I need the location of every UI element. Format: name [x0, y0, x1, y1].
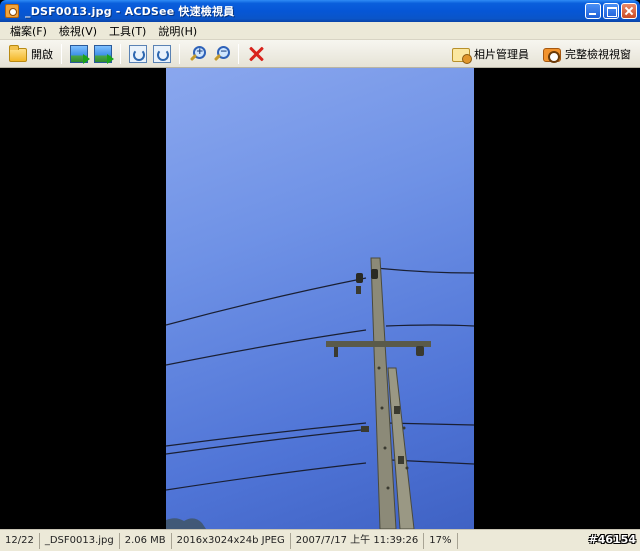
- menu-bar: 檔案(F) 檢視(V) 工具(T) 說明(H): [0, 22, 640, 40]
- toolbar: 開啟 + − 相片管理員 完整檢視視窗: [0, 40, 640, 68]
- next-image-button[interactable]: [91, 42, 115, 66]
- menu-help[interactable]: 說明(H): [152, 23, 203, 39]
- camera-icon: [543, 48, 561, 63]
- status-zoom: 17%: [424, 532, 458, 549]
- rotate-left-icon: [129, 44, 147, 63]
- menu-tools[interactable]: 工具(T): [103, 23, 152, 39]
- rotate-left-button[interactable]: [126, 42, 150, 66]
- zoom-out-icon: −: [212, 45, 230, 63]
- delete-icon: [247, 45, 265, 63]
- rotate-right-icon: [153, 44, 171, 63]
- status-datetime: 2007/7/17 上午 11:39:26: [291, 532, 425, 549]
- window-title: _DSF0013.jpg - ACDSee 快速檢視員: [25, 5, 235, 18]
- window-controls: [585, 3, 637, 19]
- toolbar-separator: [120, 43, 121, 64]
- status-filesize: 2.06 MB: [120, 532, 172, 549]
- maximize-button[interactable]: [603, 3, 619, 19]
- displayed-photo[interactable]: [166, 68, 474, 529]
- watermark-text: #46154: [588, 533, 637, 546]
- app-icon[interactable]: [5, 4, 19, 18]
- full-viewer-label: 完整檢視視窗: [565, 47, 631, 61]
- toolbar-separator: [179, 43, 180, 64]
- toolbar-right-group: 相片管理員 完整檢視視窗: [449, 42, 640, 66]
- previous-image-button[interactable]: [67, 42, 91, 66]
- minimize-button[interactable]: [585, 3, 601, 19]
- open-button[interactable]: 開啟: [6, 42, 56, 66]
- photo-manager-label: 相片管理員: [474, 47, 529, 61]
- title-bar: _DSF0013.jpg - ACDSee 快速檢視員: [0, 0, 640, 22]
- menu-file[interactable]: 檔案(F): [4, 23, 53, 39]
- status-position: 12/22: [0, 532, 40, 549]
- next-image-icon: [94, 44, 114, 64]
- folder-open-icon: [9, 45, 27, 62]
- status-bar: 12/22 _DSF0013.jpg 2.06 MB 2016x3024x24b…: [0, 529, 640, 551]
- zoom-out-button[interactable]: −: [209, 42, 233, 66]
- photo-manager-button[interactable]: 相片管理員: [449, 42, 532, 66]
- image-viewer[interactable]: [3, 68, 637, 529]
- status-filename: _DSF0013.jpg: [40, 532, 120, 549]
- toolbar-separator: [238, 43, 239, 64]
- delete-button[interactable]: [244, 42, 268, 66]
- rotate-right-button[interactable]: [150, 42, 174, 66]
- zoom-in-button[interactable]: +: [185, 42, 209, 66]
- zoom-in-icon: +: [188, 45, 206, 63]
- menu-view[interactable]: 檢視(V): [53, 23, 103, 39]
- status-dimensions: 2016x3024x24b JPEG: [172, 532, 291, 549]
- close-button[interactable]: [621, 3, 637, 19]
- previous-image-icon: [70, 44, 90, 64]
- photo-manager-icon: [452, 48, 472, 64]
- toolbar-separator: [61, 43, 62, 64]
- utility-pole-illustration: [166, 257, 474, 529]
- full-viewer-button[interactable]: 完整檢視視窗: [540, 42, 634, 66]
- open-button-label: 開啟: [31, 47, 53, 61]
